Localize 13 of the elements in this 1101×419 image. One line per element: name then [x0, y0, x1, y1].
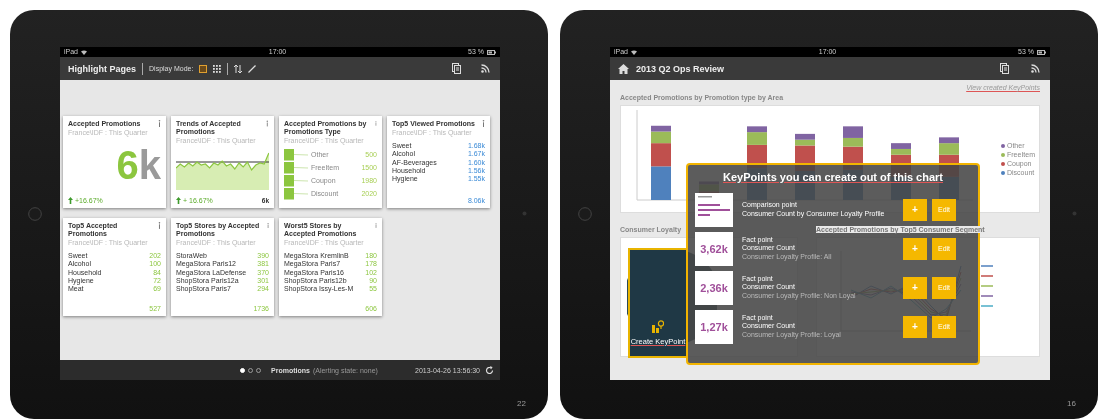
thumbnail-value: 3,62k [700, 242, 728, 255]
kpi-value: 6k [116, 146, 161, 184]
popup-title: KeyPoints you can create out of this chart [722, 171, 944, 183]
page-title: 2013 Q2 Ops Review [636, 63, 725, 74]
thumbnail-value: 2,36k [700, 281, 728, 294]
add-button[interactable]: + [903, 315, 927, 338]
add-button[interactable]: + [903, 198, 927, 221]
page-number: 22 [517, 399, 526, 408]
page-title: Highlight Pages [68, 63, 136, 74]
add-button[interactable]: + [903, 276, 927, 299]
page-number: 16 [1067, 399, 1076, 408]
add-button[interactable]: + [903, 237, 927, 260]
thumbnail-value: 1,27k [700, 320, 728, 333]
